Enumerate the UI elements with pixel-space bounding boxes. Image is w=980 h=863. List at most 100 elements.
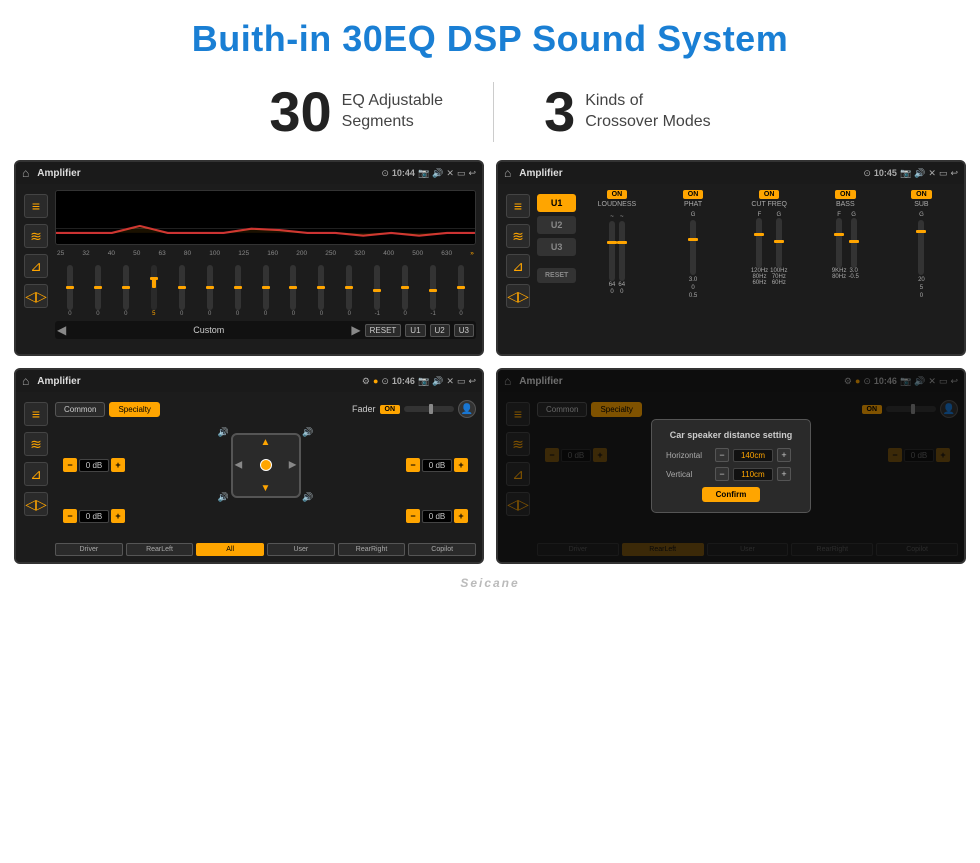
eq-sidebar-btn-2[interactable]: ≋	[24, 224, 48, 248]
profile-icon[interactable]: 👤	[458, 400, 476, 418]
crossover-u3-btn[interactable]: U3	[537, 238, 576, 256]
dialog-confirm-btn[interactable]: Confirm	[702, 487, 761, 502]
window-icon[interactable]: ▭	[457, 168, 466, 179]
eq-u1-btn[interactable]: U1	[405, 324, 425, 337]
dialog-vertical-plus[interactable]: +	[777, 467, 791, 481]
crossover-reset-btn[interactable]: RESET	[537, 268, 576, 283]
loudness-slider[interactable]	[609, 221, 615, 281]
rear-right-plus-btn[interactable]: +	[454, 509, 468, 523]
front-right-minus-btn[interactable]: −	[406, 458, 420, 472]
fader-sidebar-btn-2[interactable]: ≋	[24, 432, 48, 456]
loudness-on-btn[interactable]: ON	[607, 190, 628, 199]
dialog-horizontal-value: 140cm	[733, 449, 773, 462]
eq-slider-8: 0	[281, 265, 307, 317]
fader-common-tab[interactable]: Common	[55, 402, 105, 417]
bass-slider-g[interactable]	[851, 218, 857, 268]
dialog-horizontal-row: Horizontal − 140cm +	[666, 448, 796, 462]
loudness-slider-2[interactable]	[619, 221, 625, 281]
home-icon-2[interactable]: ⌂	[504, 166, 511, 180]
fader-sidebar: ≡ ≋ ⊿ ◁▷	[22, 398, 50, 556]
stat-crossover: 3 Kinds of Crossover Modes	[494, 84, 761, 140]
eq-slider-4: 0	[169, 265, 195, 317]
front-left-minus-btn[interactable]: −	[63, 458, 77, 472]
fader-on-toggle[interactable]: ON	[380, 405, 401, 414]
expand-icon[interactable]: »	[470, 250, 474, 257]
user-btn[interactable]: User	[267, 543, 335, 556]
crossover-sidebar-btn-4[interactable]: ◁▷	[506, 284, 530, 308]
eq-app-title: Amplifier	[37, 168, 377, 179]
window-icon-3[interactable]: ▭	[457, 376, 466, 387]
crossover-sidebar: ≡ ≋ ⊿ ◁▷	[504, 190, 532, 348]
back-icon[interactable]: ↩	[468, 168, 476, 179]
rear-right-minus-btn[interactable]: −	[406, 509, 420, 523]
fader-sidebar-btn-4[interactable]: ◁▷	[24, 492, 48, 516]
eq-sidebar-btn-1[interactable]: ≡	[24, 194, 48, 218]
back-icon-2[interactable]: ↩	[950, 168, 958, 179]
eq-reset-btn[interactable]: RESET	[365, 324, 402, 337]
speaker-rl-icon: 🔊	[218, 492, 229, 503]
copilot-btn[interactable]: Copilot	[408, 543, 476, 556]
bass-slider-f[interactable]	[836, 218, 842, 268]
dialog-vertical-label: Vertical	[666, 470, 711, 479]
rear-left-plus-btn[interactable]: +	[111, 509, 125, 523]
driver-btn[interactable]: Driver	[55, 543, 123, 556]
stat-crossover-number: 3	[544, 84, 575, 140]
eq-prev-btn[interactable]: ◀	[57, 323, 66, 337]
close-icon[interactable]: ✕	[446, 168, 454, 179]
eq-sidebar-btn-3[interactable]: ⊿	[24, 254, 48, 278]
rearright-btn[interactable]: RearRight	[338, 543, 406, 556]
crossover-sidebar-btn-1[interactable]: ≡	[506, 194, 530, 218]
home-icon-3[interactable]: ⌂	[22, 374, 29, 388]
eq-slider-11: -1	[364, 265, 390, 317]
cutfreq-slider-g[interactable]	[776, 218, 782, 268]
crossover-u2-btn[interactable]: U2	[537, 216, 576, 234]
phat-slider[interactable]	[690, 220, 696, 275]
eq-time: 10:44	[392, 168, 415, 178]
fader-sidebar-btn-3[interactable]: ⊿	[24, 462, 48, 486]
cutfreq-slider-f[interactable]	[756, 218, 762, 268]
front-left-plus-btn[interactable]: +	[111, 458, 125, 472]
back-icon-3[interactable]: ↩	[468, 376, 476, 387]
crossover-status-bar: ⌂ Amplifier ⊙ 10:45 📷 🔊 ✕ ▭ ↩	[498, 162, 964, 184]
rear-left-db-control: − 0 dB +	[63, 509, 125, 523]
eq-status-icons: ⊙ 10:44 📷 🔊 ✕ ▭ ↩	[381, 168, 476, 179]
crossover-screen-panel: ⌂ Amplifier ⊙ 10:45 📷 🔊 ✕ ▭ ↩ ≡ ≋ ⊿ ◁▷ U	[496, 160, 966, 356]
all-btn[interactable]: All	[196, 543, 264, 556]
fader-horizontal-slider[interactable]	[404, 406, 454, 412]
crossover-sidebar-btn-2[interactable]: ≋	[506, 224, 530, 248]
eq-screen-content: ≡ ≋ ⊿ ◁▷ 25 32	[16, 184, 482, 354]
stat-crossover-text: Kinds of Crossover Modes	[585, 91, 710, 133]
front-right-plus-btn[interactable]: +	[454, 458, 468, 472]
rearleft-btn[interactable]: RearLeft	[126, 543, 194, 556]
page-title: Buith-in 30EQ DSP Sound System	[20, 18, 960, 60]
dialog-title: Car speaker distance setting	[666, 430, 796, 440]
fader-specialty-tab[interactable]: Specialty	[109, 402, 159, 417]
fader-sidebar-btn-1[interactable]: ≡	[24, 402, 48, 426]
eq-u2-btn[interactable]: U2	[430, 324, 450, 337]
crossover-sidebar-btn-3[interactable]: ⊿	[506, 254, 530, 278]
eq-status-bar: ⌂ Amplifier ⊙ 10:44 📷 🔊 ✕ ▭ ↩	[16, 162, 482, 184]
home-icon[interactable]: ⌂	[22, 166, 29, 180]
distance-dialog-overlay: Car speaker distance setting Horizontal …	[498, 370, 964, 562]
sub-slider[interactable]	[918, 220, 924, 275]
eq-next-btn[interactable]: ▶	[351, 323, 360, 337]
eq-sidebar: ≡ ≋ ⊿ ◁▷	[22, 190, 50, 348]
eq-u3-btn[interactable]: U3	[454, 324, 474, 337]
dialog-vertical-row: Vertical − 110cm +	[666, 467, 796, 481]
dialog-horizontal-plus[interactable]: +	[777, 448, 791, 462]
volume-icon: 🔊	[432, 168, 443, 179]
close-icon-2[interactable]: ✕	[928, 168, 936, 179]
dialog-horizontal-minus[interactable]: −	[715, 448, 729, 462]
crossover-status-icons: ⊙ 10:45 📷 🔊 ✕ ▭ ↩	[863, 168, 958, 179]
distance-dialog-box: Car speaker distance setting Horizontal …	[651, 419, 811, 513]
window-icon-2[interactable]: ▭	[939, 168, 948, 179]
phat-on-btn[interactable]: ON	[683, 190, 704, 199]
eq-sidebar-btn-4[interactable]: ◁▷	[24, 284, 48, 308]
dialog-vertical-minus[interactable]: −	[715, 467, 729, 481]
rear-left-minus-btn[interactable]: −	[63, 509, 77, 523]
close-icon-3[interactable]: ✕	[446, 376, 454, 387]
crossover-u1-btn[interactable]: U1	[537, 194, 576, 212]
cutfreq-on-btn[interactable]: ON	[759, 190, 780, 199]
sub-on-btn[interactable]: ON	[911, 190, 932, 199]
bass-on-btn[interactable]: ON	[835, 190, 856, 199]
